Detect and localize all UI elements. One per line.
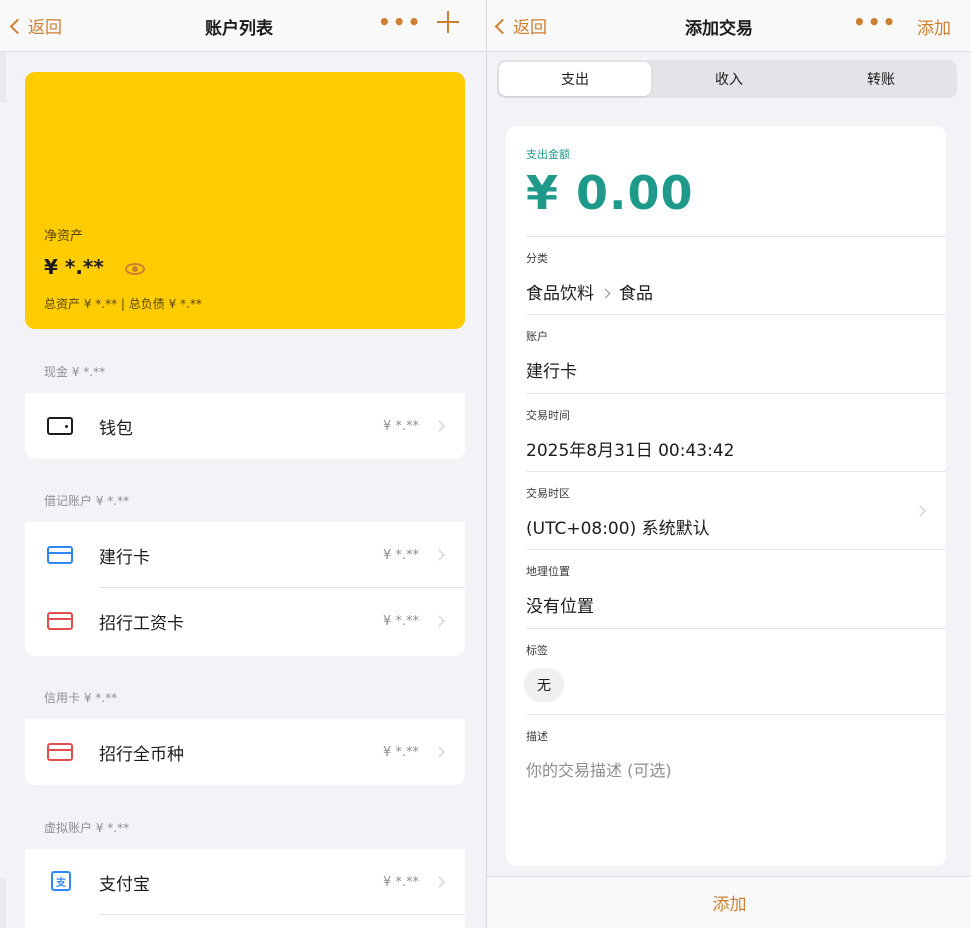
right-back-label: 返回 bbox=[513, 18, 547, 38]
card-icon bbox=[47, 743, 73, 761]
group-header: 借记账户 ¥ *.** bbox=[25, 478, 465, 522]
account-label: 账户 bbox=[526, 330, 548, 343]
chevron-right-icon bbox=[433, 615, 445, 627]
description-input[interactable]: 你的交易描述 (可选) bbox=[526, 757, 672, 781]
chevron-left-icon bbox=[9, 18, 26, 34]
divider bbox=[526, 393, 946, 394]
category-field[interactable]: 分类 食品饮料 食品 bbox=[506, 236, 946, 314]
right-more-button[interactable]: ••• bbox=[853, 12, 897, 32]
tab-expense[interactable]: 支出 bbox=[499, 62, 651, 96]
description-field[interactable]: 描述 你的交易描述 (可选) bbox=[506, 714, 946, 866]
account-name: 招行工资卡 bbox=[99, 613, 184, 634]
left-more-button[interactable]: ••• bbox=[378, 12, 422, 32]
bottom-add-button[interactable]: 添加 bbox=[487, 876, 971, 928]
account-value: 建行卡 bbox=[526, 362, 577, 382]
right-back-button[interactable]: 返回 bbox=[494, 13, 547, 38]
right-nav-bar: 返回 添加交易 ••• 添加 bbox=[487, 0, 971, 52]
category-label: 分类 bbox=[526, 252, 548, 265]
account-balance: ¥ *.** bbox=[382, 744, 419, 760]
account-field[interactable]: 账户 建行卡 bbox=[506, 314, 946, 392]
group-header: 现金 ¥ *.** bbox=[25, 349, 465, 393]
account-name: 钱包 bbox=[99, 418, 133, 439]
account-balance: ¥ *.** bbox=[382, 613, 419, 629]
account-balance: ¥ *.** bbox=[382, 874, 419, 890]
account-balance: ¥ *.** bbox=[382, 547, 419, 563]
group-header: 虚拟账户 ¥ *.** bbox=[25, 805, 465, 849]
left-page-title: 账户列表 bbox=[205, 19, 273, 39]
eye-icon[interactable] bbox=[125, 263, 145, 275]
chevron-right-icon bbox=[433, 549, 445, 561]
right-page-title: 添加交易 bbox=[685, 19, 753, 39]
category-parent: 食品饮料 bbox=[526, 284, 594, 304]
time-field[interactable]: 交易时间 2025年8月31日 00:43:42 bbox=[506, 393, 946, 471]
left-nav-bar: 返回 账户列表 ••• bbox=[0, 0, 485, 52]
divider bbox=[526, 236, 946, 237]
net-asset-card[interactable]: 净资产 ¥ *.** 总资产 ¥ *.** | 总负债 ¥ *.** bbox=[25, 72, 465, 329]
category-child: 食品 bbox=[619, 284, 653, 304]
chevron-left-icon bbox=[494, 18, 511, 34]
edge-strip bbox=[0, 878, 6, 928]
wallet-icon bbox=[47, 417, 73, 435]
account-row-cmb-salary[interactable]: 招行工资卡 ¥ *.** bbox=[25, 588, 465, 654]
divider bbox=[526, 549, 946, 550]
account-name: 支付宝 bbox=[99, 874, 150, 895]
card-icon bbox=[47, 612, 73, 630]
tags-label: 标签 bbox=[526, 644, 548, 657]
account-row-cmb-credit[interactable]: 招行全币种 ¥ *.** bbox=[25, 719, 465, 785]
left-back-button[interactable]: 返回 bbox=[9, 13, 62, 38]
description-label: 描述 bbox=[526, 730, 548, 743]
chevron-right-icon bbox=[914, 505, 926, 517]
tab-income[interactable]: 收入 bbox=[653, 60, 805, 98]
account-name: 招行全币种 bbox=[99, 744, 184, 765]
net-asset-value: ¥ *.** bbox=[44, 255, 104, 279]
divider bbox=[526, 471, 946, 472]
account-row-wallet[interactable]: 钱包 ¥ *.** bbox=[25, 393, 465, 459]
left-back-label: 返回 bbox=[28, 18, 62, 38]
account-group-credit: 信用卡 ¥ *.** 招行全币种 ¥ *.** bbox=[25, 675, 465, 785]
category-value: 食品饮料 食品 bbox=[526, 279, 653, 304]
chevron-right-icon bbox=[433, 746, 445, 758]
timezone-label: 交易时区 bbox=[526, 487, 570, 500]
timezone-field[interactable]: 交易时区 (UTC+08:00) 系统默认 bbox=[506, 471, 946, 549]
account-balance: ¥ *.** bbox=[382, 418, 419, 434]
time-label: 交易时间 bbox=[526, 409, 570, 422]
location-field[interactable]: 地理位置 没有位置 bbox=[506, 549, 946, 627]
chevron-right-icon bbox=[433, 876, 445, 888]
nav-add-button[interactable]: 添加 bbox=[917, 14, 951, 39]
account-row-ccb[interactable]: 建行卡 ¥ *.** bbox=[25, 522, 465, 588]
account-group-debit: 借记账户 ¥ *.** 建行卡 ¥ *.** 招行工资卡 ¥ *.** bbox=[25, 478, 465, 656]
amount-input[interactable]: ¥ 0.00 bbox=[526, 166, 694, 220]
tag-chip[interactable]: 无 bbox=[524, 668, 564, 702]
group-header: 信用卡 ¥ *.** bbox=[25, 675, 465, 719]
divider bbox=[99, 914, 465, 915]
location-label: 地理位置 bbox=[526, 565, 570, 578]
transaction-form: 支出金额 ¥ 0.00 分类 食品饮料 食品 账户 建行卡 交易时间 2025年8… bbox=[506, 126, 946, 866]
add-transaction-panel: 返回 添加交易 ••• 添加 支出 收入 转账 支出金额 ¥ 0.00 分类 食… bbox=[486, 0, 971, 928]
divider bbox=[526, 714, 946, 715]
account-row-alipay[interactable]: 支 支付宝 ¥ *.** bbox=[25, 849, 465, 915]
chevron-right-icon bbox=[433, 420, 445, 432]
app-root: 返回 账户列表 ••• 净资产 ¥ *.** 总资产 ¥ *.** | 总负债 … bbox=[0, 0, 971, 928]
net-asset-label: 净资产 bbox=[44, 229, 84, 244]
account-name: 建行卡 bbox=[99, 547, 150, 568]
amount-label: 支出金额 bbox=[526, 148, 570, 161]
edge-strip bbox=[0, 52, 6, 102]
tags-field: 标签 无 bbox=[506, 628, 946, 714]
add-account-button[interactable] bbox=[436, 10, 460, 34]
timezone-value: (UTC+08:00) 系统默认 bbox=[526, 519, 710, 539]
divider bbox=[526, 314, 946, 315]
transaction-type-segmented: 支出 收入 转账 bbox=[497, 60, 957, 98]
tab-transfer[interactable]: 转账 bbox=[805, 60, 957, 98]
account-group-virtual: 虚拟账户 ¥ *.** 支 支付宝 ¥ *.** bbox=[25, 805, 465, 928]
account-group-cash: 现金 ¥ *.** 钱包 ¥ *.** bbox=[25, 349, 465, 459]
chevron-right-icon bbox=[600, 288, 611, 299]
asset-summary: 总资产 ¥ *.** | 总负债 ¥ *.** bbox=[44, 297, 202, 311]
account-list-panel: 返回 账户列表 ••• 净资产 ¥ *.** 总资产 ¥ *.** | 总负债 … bbox=[0, 0, 485, 928]
divider bbox=[526, 628, 946, 629]
card-icon bbox=[47, 546, 73, 564]
alipay-icon: 支 bbox=[51, 871, 71, 891]
location-value: 没有位置 bbox=[526, 597, 594, 617]
time-value: 2025年8月31日 00:43:42 bbox=[526, 441, 735, 461]
